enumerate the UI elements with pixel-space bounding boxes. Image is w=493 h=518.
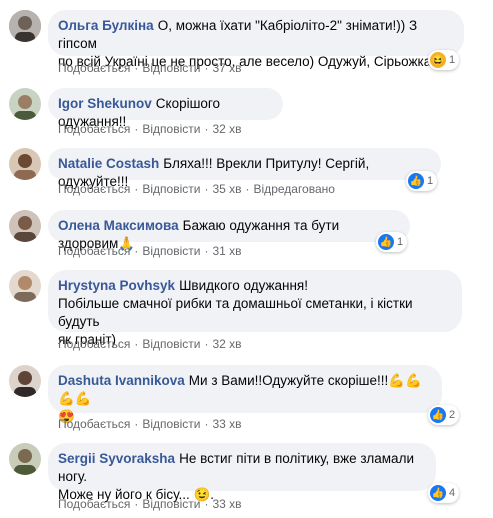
reply-link[interactable]: Відповісти: [142, 497, 200, 511]
comment-bubble: Hrystyna Povhsyk Швидкого одужання! Побіл…: [48, 270, 462, 347]
avatar-image: [9, 88, 41, 120]
reply-link[interactable]: Відповісти: [142, 122, 200, 136]
comment-author[interactable]: Dashuta Ivannikova: [58, 373, 185, 388]
like-link[interactable]: Подобається: [58, 497, 130, 511]
like-link[interactable]: Подобається: [58, 337, 130, 351]
comment-time[interactable]: 33 хв: [212, 497, 241, 511]
avatar[interactable]: [9, 365, 41, 397]
reply-link[interactable]: Відповісти: [142, 182, 200, 196]
reply-link[interactable]: Відповісти: [142, 61, 200, 75]
comment-actions: Подобається · Відповісти · 33 хв: [58, 497, 242, 511]
like-reaction-icon: 👍: [430, 407, 446, 423]
comment-author[interactable]: Ольга Булкіна: [58, 18, 154, 33]
haha-reaction-icon: 😆: [430, 52, 446, 68]
comment-bubble: Ольга Булкіна О, можна їхати "Кабріоліто-…: [48, 10, 464, 69]
comment-author[interactable]: Олена Максимова: [58, 218, 179, 233]
comment-bubble: Sergii Syvoraksha Не встиг піти в політик…: [48, 443, 436, 502]
comment-author[interactable]: Sergii Syvoraksha: [58, 451, 175, 466]
comment-time[interactable]: 32 хв: [212, 337, 241, 351]
comment-time[interactable]: 33 хв: [212, 417, 241, 431]
avatar-image: [9, 10, 41, 42]
comment-time[interactable]: 35 хв: [212, 182, 241, 196]
avatar-image: [9, 210, 41, 242]
like-link[interactable]: Подобається: [58, 182, 130, 196]
comment-bubble: Олена Максимова Бажаю одужання та бути зд…: [48, 210, 410, 251]
comment-time[interactable]: 32 хв: [212, 122, 241, 136]
reaction-count: 1: [397, 236, 404, 248]
comment-text: Побільше смачної рибки та домашньої смет…: [58, 296, 413, 329]
reaction-count: 1: [449, 54, 456, 66]
comment-author[interactable]: Natalie Costash: [58, 156, 159, 171]
comment-bubble: Igor Shekunov Скорішого одужання!!: [48, 88, 283, 129]
avatar-image: [9, 365, 41, 397]
comment-time[interactable]: 37 хв: [212, 61, 241, 75]
comment-bubble: Natalie Costash Бляха!!! Врекли Притулу! …: [48, 148, 441, 189]
reply-link[interactable]: Відповісти: [142, 417, 200, 431]
reaction-badge[interactable]: 👍 1: [406, 171, 438, 191]
reaction-badge[interactable]: 👍 2: [428, 405, 460, 425]
comment-actions: Подобається · Відповісти · 33 хв: [58, 417, 242, 431]
edited-label[interactable]: Відредаговано: [254, 182, 335, 196]
like-reaction-icon: 👍: [408, 173, 424, 189]
avatar[interactable]: [9, 210, 41, 242]
like-reaction-icon: 👍: [378, 234, 394, 250]
comment-actions: Подобається · Відповісти · 37 хв: [58, 61, 242, 75]
comment-actions: Подобається · Відповісти · 35 хв · Відредагова…: [58, 182, 335, 196]
comment-text: Швидкого одужання!: [179, 278, 308, 293]
avatar[interactable]: [9, 10, 41, 42]
avatar-image: [9, 148, 41, 180]
like-link[interactable]: Подобається: [58, 244, 130, 258]
avatar[interactable]: [9, 270, 41, 302]
comment-actions: Подобається · Відповісти · 32 хв: [58, 337, 242, 351]
reply-link[interactable]: Відповісти: [142, 337, 200, 351]
reaction-badge[interactable]: 👍 1: [376, 232, 408, 252]
comment-time[interactable]: 31 хв: [212, 244, 241, 258]
reply-link[interactable]: Відповісти: [142, 244, 200, 258]
like-reaction-icon: 👍: [430, 485, 446, 501]
comment-actions: Подобається · Відповісти · 31 хв: [58, 244, 242, 258]
like-link[interactable]: Подобається: [58, 61, 130, 75]
like-link[interactable]: Подобається: [58, 122, 130, 136]
avatar-image: [9, 270, 41, 302]
comment-actions: Подобається · Відповісти · 32 хв: [58, 122, 242, 136]
reaction-badge[interactable]: 😆 1: [428, 50, 460, 70]
avatar-image: [9, 443, 41, 475]
avatar[interactable]: [9, 148, 41, 180]
reaction-badge[interactable]: 👍 4: [428, 483, 460, 503]
reaction-count: 1: [427, 175, 434, 187]
avatar[interactable]: [9, 443, 41, 475]
comment-author[interactable]: Igor Shekunov: [58, 96, 152, 111]
comment-bubble: Dashuta Ivannikova Ми з Вами!!Одужуйте ск…: [48, 365, 442, 424]
like-link[interactable]: Подобається: [58, 417, 130, 431]
avatar[interactable]: [9, 88, 41, 120]
comment-author[interactable]: Hrystyna Povhsyk: [58, 278, 175, 293]
reaction-count: 4: [449, 487, 456, 499]
reaction-count: 2: [449, 409, 456, 421]
